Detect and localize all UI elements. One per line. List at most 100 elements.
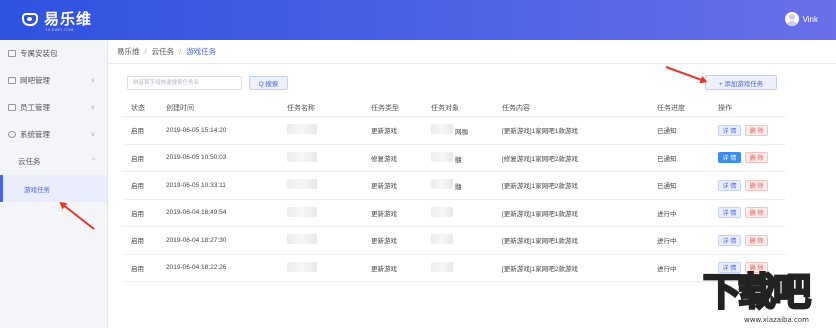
table-row[interactable]: 启用 2019-06-04 18:22:26 更新游戏 [更新游戏]1家网吧2款… <box>123 255 786 282</box>
monitor-icon <box>8 77 16 84</box>
target-suffix: 髓 <box>455 184 462 192</box>
logo-text: 易乐维 <box>44 11 93 28</box>
app-logo[interactable]: 易乐维 <box>22 12 92 27</box>
ops-cell: 详 情删 除 <box>718 152 772 164</box>
status-cell: 启用 <box>131 265 144 273</box>
redacted-block <box>287 261 317 272</box>
sidebar-item-label: 系统管理 <box>20 130 50 139</box>
column-header-time: 创建时间 <box>166 104 194 112</box>
redacted-block <box>431 151 453 162</box>
search-button[interactable]: Q 搜索 <box>249 76 288 90</box>
time-cell: 2019-06-04 18:22:26 <box>166 264 227 272</box>
sidebar-item-label: 云任务 <box>18 157 41 166</box>
breadcrumb-root[interactable]: 易乐维 <box>117 46 140 57</box>
task-table: 状态 创建时间 任务名称 任务类型 任务对象 任务内容 任务进度 操作 启用 2… <box>123 99 786 282</box>
task-type-cell: 更新游戏 <box>371 128 397 136</box>
delete-button[interactable]: 删 除 <box>745 152 768 164</box>
table-row[interactable]: 启用 2019-06-05 10:33:11 更新游戏 髓 [更新游戏]1家网吧… <box>123 172 786 200</box>
redacted-block <box>287 179 317 190</box>
progress-cell: 已通知 <box>657 128 677 136</box>
table-row[interactable]: 启用 2019-06-05 10:50:03 修复游戏 髓 [修复游戏]1家网吧… <box>123 145 786 172</box>
detail-button[interactable]: 详 情 <box>718 207 741 219</box>
redacted-block <box>431 179 453 190</box>
column-header-target: 任务对象 <box>431 104 459 112</box>
sidebar-item-netbar[interactable]: 网吧管理 ∨ <box>0 67 107 94</box>
detail-button[interactable]: 详 情 <box>718 234 741 246</box>
task-content-cell: [更新游戏]1家网吧2款游戏 <box>502 265 578 273</box>
column-header-status: 状态 <box>131 104 145 112</box>
column-header-ops: 操作 <box>718 104 732 112</box>
sidebar-item-staff[interactable]: 员工管理 ∨ <box>0 94 107 121</box>
progress-cell: 已通知 <box>657 155 677 163</box>
delete-button[interactable]: 删 除 <box>745 124 768 136</box>
redacted-block <box>287 151 317 162</box>
task-type-cell: 更新游戏 <box>371 265 397 273</box>
table-row[interactable]: 启用 2019-06-04 18:49:54 更新游戏 [更新游戏]1家网吧1款… <box>123 200 786 227</box>
delete-button[interactable]: 删 除 <box>745 207 768 219</box>
detail-button[interactable]: 详 情 <box>718 152 741 164</box>
chevron-down-icon: ∨ <box>90 78 95 84</box>
task-target-cell <box>431 261 455 274</box>
status-cell: 启用 <box>131 238 144 246</box>
progress-cell: 进行中 <box>657 210 677 218</box>
table-row[interactable]: 启用 2019-06-04 18:27:30 更新游戏 [更新游戏]1家网吧1款… <box>123 227 786 255</box>
delete-button[interactable]: 删 除 <box>745 234 768 246</box>
avatar-icon <box>784 12 799 26</box>
chevron-down-icon: ∨ <box>90 132 95 138</box>
task-target-cell: 髓 <box>431 179 462 191</box>
user-menu[interactable]: Vink <box>784 12 818 26</box>
column-header-progress: 任务进度 <box>657 104 685 112</box>
search-input[interactable] <box>127 76 242 90</box>
time-cell: 2019-06-05 10:50:03 <box>166 154 227 162</box>
task-type-cell: 更新游戏 <box>371 183 397 191</box>
task-content-cell: [更新游戏]1家网吧2款游戏 <box>502 183 578 191</box>
task-content-cell: [更新游戏]1家网吧1款游戏 <box>502 128 578 136</box>
sidebar-item-label: 网吧管理 <box>20 76 50 85</box>
detail-button[interactable]: 详 情 <box>718 124 741 136</box>
add-game-task-button[interactable]: + 添加游戏任务 <box>705 75 777 90</box>
ops-cell: 详 情删 除 <box>718 179 772 191</box>
sidebar-item-label: 游戏任务 <box>24 186 50 194</box>
task-target-cell <box>431 206 455 219</box>
ops-cell: 详 情删 除 <box>718 124 772 136</box>
task-type-cell: 修复游戏 <box>371 155 397 163</box>
home-icon <box>8 50 16 57</box>
detail-button[interactable]: 详 情 <box>718 179 741 191</box>
sidebar-item-system[interactable]: 系统管理 ∨ <box>0 121 107 148</box>
staff-icon <box>8 104 16 111</box>
ops-cell: 详 情删 除 <box>718 207 772 219</box>
breadcrumb-cloud-task[interactable]: 云任务 <box>152 46 175 57</box>
watermark-text: 下载吧 <box>702 269 813 316</box>
sidebar-item-cloud-task[interactable]: 云任务 ^ <box>0 148 107 175</box>
task-target-cell: 网咖 <box>431 124 468 136</box>
redacted-block <box>431 124 453 135</box>
redacted-block <box>431 261 453 272</box>
sidebar-item-label: 专属安装包 <box>20 49 58 58</box>
watermark-url: www.xiazaiba.com <box>743 316 810 324</box>
progress-cell: 进行中 <box>657 238 677 246</box>
progress-cell: 已通知 <box>657 183 677 191</box>
column-header-content: 任务内容 <box>502 104 530 112</box>
column-header-type: 任务类型 <box>371 104 399 112</box>
status-cell: 启用 <box>131 128 144 136</box>
chevron-up-icon: ^ <box>92 158 95 164</box>
column-header-name: 任务名称 <box>287 104 315 112</box>
task-content-cell: [更新游戏]1家网吧1款游戏 <box>502 210 578 218</box>
sidebar-item-installer[interactable]: 专属安装包 <box>0 40 107 67</box>
delete-button[interactable]: 删 除 <box>745 179 768 191</box>
progress-cell: 进行中 <box>657 265 677 273</box>
time-cell: 2019-06-04 18:27:30 <box>166 236 227 244</box>
time-cell: 2019-06-04 18:49:54 <box>166 209 227 217</box>
task-name-cell <box>287 179 317 191</box>
time-cell: 2019-06-05 15:14:20 <box>166 126 227 134</box>
table-row[interactable]: 启用 2019-06-05 15:14:20 更新游戏 网咖 [更新游戏]1家网… <box>123 117 786 145</box>
redacted-block <box>287 234 317 245</box>
sidebar-item-game-task[interactable]: 游戏任务 <box>0 175 107 202</box>
status-cell: 启用 <box>131 155 144 163</box>
task-type-cell: 更新游戏 <box>371 210 397 218</box>
task-name-cell <box>287 234 317 246</box>
redacted-block <box>287 124 317 135</box>
task-target-cell <box>431 234 455 246</box>
redacted-block <box>287 206 317 217</box>
breadcrumb: 易乐维 / 云任务 / 游戏任务 <box>108 40 836 64</box>
